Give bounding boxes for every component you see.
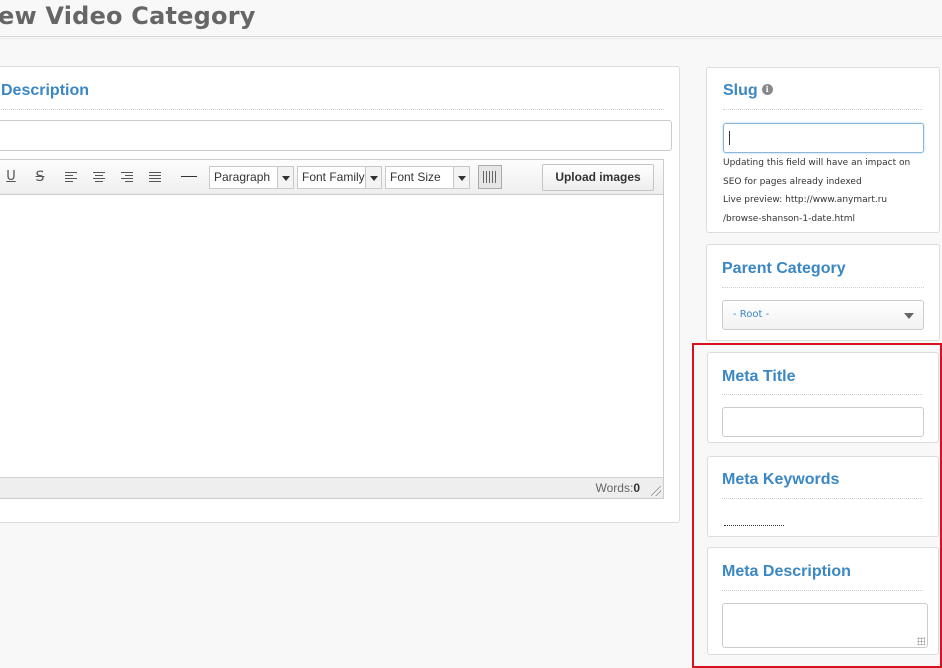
align-justify-icon[interactable] <box>144 167 166 187</box>
meta-description-heading: Meta Description <box>722 563 851 580</box>
upload-images-button[interactable]: Upload images <box>542 164 654 191</box>
slug-heading: Slug i <box>723 82 773 100</box>
slug-help-line: SEO for pages already indexed <box>723 176 862 187</box>
description-panel: Description U S Paragraph Font Family Fo… <box>0 66 680 523</box>
editor-statusbar: Words:0 <box>0 477 663 498</box>
font-size-select[interactable]: Font Size <box>385 166 470 189</box>
visual-aid-grid-icon[interactable] <box>478 165 502 189</box>
slug-divider <box>723 109 923 110</box>
dropdown-arrow-icon <box>365 167 381 188</box>
format-select[interactable]: Paragraph <box>209 166 294 189</box>
meta-title-panel: Meta Title <box>707 352 939 443</box>
info-icon[interactable]: i <box>761 84 773 95</box>
parent-category-value: - Root - <box>733 309 770 320</box>
word-count-label: Words: <box>595 481 634 495</box>
font-size-select-value: Font Size <box>390 170 441 184</box>
meta-title-input[interactable] <box>722 407 924 437</box>
meta-keywords-divider <box>722 498 923 499</box>
resize-grip-icon[interactable] <box>651 486 661 496</box>
slug-help-text: Updating this field will have an impact … <box>723 154 928 228</box>
meta-description-textarea[interactable] <box>722 603 928 648</box>
rich-text-editor[interactable]: U S Paragraph Font Family Font Size Uplo… <box>0 159 664 499</box>
description-divider <box>1 109 664 110</box>
slug-panel: Slug i Updating this field will have an i… <box>706 67 940 233</box>
page-title: ew Video Category <box>0 2 256 30</box>
strikethrough-icon[interactable]: S <box>29 167 51 187</box>
chevron-down-icon <box>904 313 914 319</box>
slug-live-preview: Live preview: http://www.anymart.ru <box>723 195 888 205</box>
align-center-icon[interactable] <box>88 167 110 187</box>
underline-icon[interactable]: U <box>0 167 22 187</box>
dropdown-arrow-icon <box>277 167 293 188</box>
meta-keywords-panel: Meta Keywords <box>707 456 939 537</box>
font-family-select-value: Font Family <box>302 170 365 184</box>
word-count-value: 0 <box>633 481 640 495</box>
meta-title-heading: Meta Title <box>722 368 796 385</box>
meta-description-divider <box>722 590 923 591</box>
horizontal-rule-icon[interactable] <box>178 167 200 187</box>
parent-category-divider <box>722 287 924 288</box>
dropdown-arrow-icon <box>453 167 469 188</box>
description-heading: Description <box>1 82 90 99</box>
word-count: Words:0 <box>596 481 640 495</box>
meta-title-divider <box>722 394 923 395</box>
editor-content-area[interactable] <box>0 195 663 478</box>
editor-toolbar: U S Paragraph Font Family Font Size Uplo… <box>0 160 663 195</box>
title-divider <box>0 36 942 37</box>
format-select-value: Paragraph <box>214 170 271 184</box>
title-divider-shadow <box>0 38 942 39</box>
font-family-select[interactable]: Font Family <box>297 166 382 189</box>
meta-keywords-heading: Meta Keywords <box>722 471 840 488</box>
parent-category-select[interactable]: - Root - <box>722 300 924 330</box>
page: ew Video Category Description U S Paragr… <box>0 0 942 668</box>
align-right-icon[interactable] <box>116 167 138 187</box>
text-caret <box>729 131 730 145</box>
slug-help-line: Updating this field will have an impact … <box>723 158 911 168</box>
slug-heading-text: Slug <box>723 82 758 99</box>
meta-keywords-tag-input[interactable] <box>724 525 784 526</box>
category-name-input[interactable] <box>0 120 672 151</box>
align-left-icon[interactable] <box>60 167 82 187</box>
parent-category-heading: Parent Category <box>722 260 846 277</box>
slug-input[interactable] <box>723 123 924 153</box>
resize-grip-icon[interactable] <box>917 637 925 645</box>
slug-live-preview-path: /browse-shanson-1-date.html <box>723 213 855 224</box>
parent-category-panel: Parent Category - Root - <box>706 244 940 341</box>
meta-description-panel: Meta Description <box>707 547 939 655</box>
